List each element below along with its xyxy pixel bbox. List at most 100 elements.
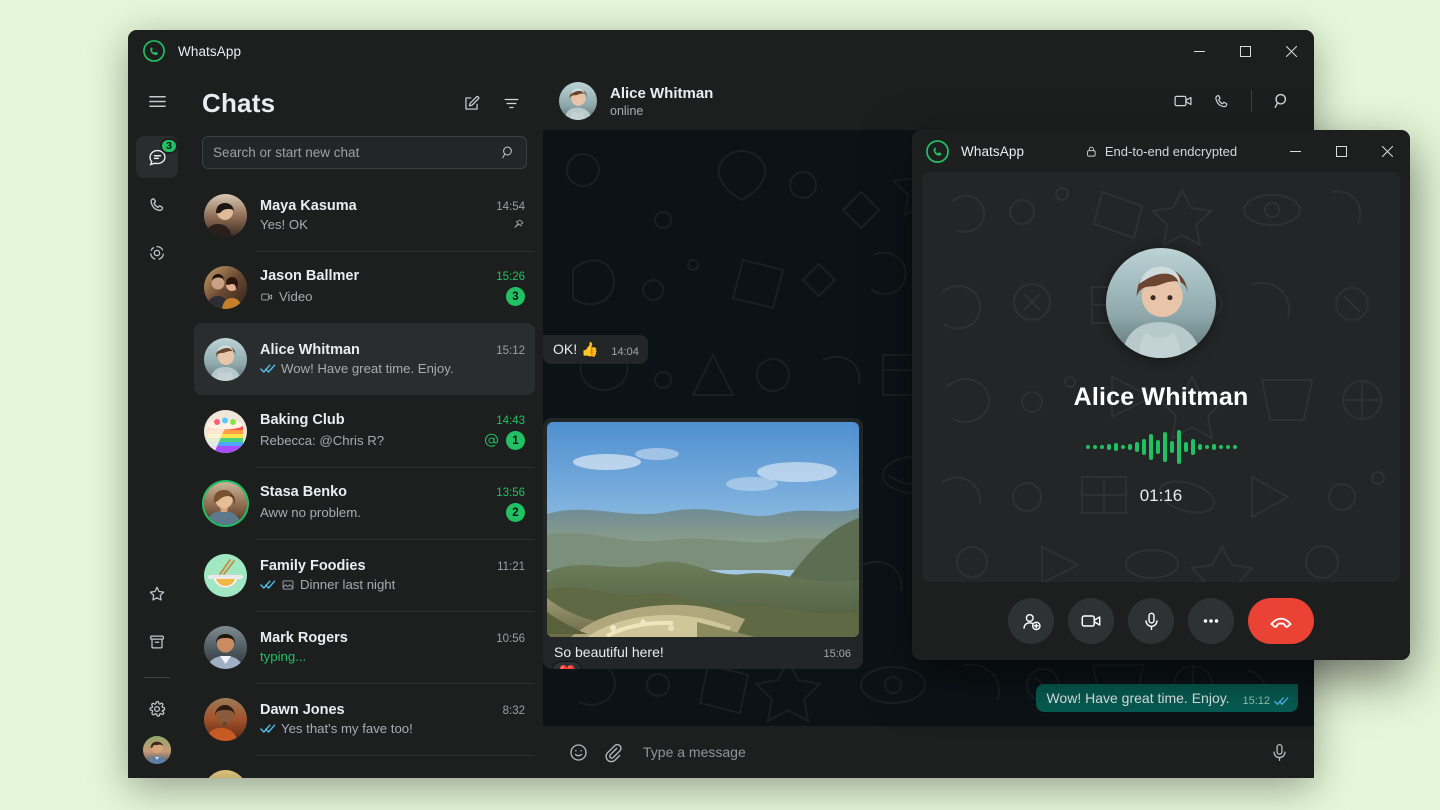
chat-item-preview: Yes! OK xyxy=(260,217,308,232)
call-contact-name: Alice Whitman xyxy=(1074,383,1249,412)
rail-item-settings[interactable] xyxy=(136,688,178,730)
avatar xyxy=(204,770,247,779)
rail-item-archived[interactable] xyxy=(136,621,178,663)
rail-item-calls[interactable] xyxy=(136,184,178,226)
chat-list-item-stasa-benko[interactable]: Stasa Benko 13:56 Aww no problem. 2 xyxy=(194,467,535,539)
chats-unread-badge: 3 xyxy=(160,138,178,154)
search-box[interactable] xyxy=(202,136,527,169)
more-options-button[interactable] xyxy=(1188,598,1234,644)
profile-avatar[interactable] xyxy=(143,736,171,764)
video-call-icon[interactable] xyxy=(1167,85,1199,117)
chat-item-time: 15:12 xyxy=(488,345,525,357)
call-controls xyxy=(912,582,1410,660)
navigation-rail: 3 xyxy=(128,72,186,778)
conversation-avatar[interactable] xyxy=(559,82,597,120)
rail-item-status[interactable] xyxy=(136,232,178,274)
conversation-header: Alice Whitman online xyxy=(543,72,1314,130)
photo-attachment[interactable] xyxy=(547,422,859,637)
call-stage: Alice Whitman 01:16 xyxy=(922,172,1400,582)
chat-item-content: Baking Club 14:43 Rebecca: @Chris R? xyxy=(260,412,525,450)
rail-item-chats[interactable]: 3 xyxy=(136,136,178,178)
call-minimize-button[interactable] xyxy=(1272,130,1318,172)
chat-item-time: 8:32 xyxy=(495,705,525,717)
call-app-title: WhatsApp xyxy=(961,144,1024,159)
minimize-button[interactable] xyxy=(1176,30,1222,72)
chat-list-item-mark-rogers[interactable]: Mark Rogers 10:56 typing... xyxy=(194,611,535,683)
filter-icon[interactable] xyxy=(495,87,527,119)
chat-list-item-maya-kasuma[interactable]: Maya Kasuma 14:54 Yes! OK xyxy=(194,179,535,251)
chat-item-content: Alice Whitman 15:12 xyxy=(260,342,525,376)
header-divider xyxy=(1251,90,1252,112)
chat-item-preview: Video xyxy=(279,289,313,304)
call-maximize-button[interactable] xyxy=(1318,130,1364,172)
voice-call-icon[interactable] xyxy=(1205,85,1237,117)
message-reaction[interactable]: ❤️ xyxy=(551,661,583,669)
chat-item-preview: Yes that's my fave too! xyxy=(281,721,413,736)
maximize-button[interactable] xyxy=(1222,30,1268,72)
end-call-button[interactable] xyxy=(1248,598,1314,644)
emoji-icon[interactable] xyxy=(561,735,595,769)
screenshot-root: WhatsApp xyxy=(0,0,1440,810)
chat-item-preview-wrap: Wow! Have great time. Enjoy. xyxy=(260,361,453,376)
new-chat-icon[interactable] xyxy=(455,87,487,119)
chat-item-content: Family Foodies 11:21 xyxy=(260,558,525,592)
rail-item-starred[interactable] xyxy=(136,573,178,615)
encryption-indicator: End-to-end endcrypted xyxy=(1085,144,1237,159)
chat-list[interactable]: Maya Kasuma 14:54 Yes! OK xyxy=(186,179,543,778)
avatar xyxy=(204,194,247,237)
video-icon xyxy=(260,290,274,304)
call-contact-avatar xyxy=(1106,248,1216,358)
chat-item-name: Dawn Jones xyxy=(260,702,345,718)
read-receipt-icon xyxy=(1274,696,1289,706)
call-close-button[interactable] xyxy=(1364,130,1410,172)
chat-item-content: Jason Ballmer 15:26 xyxy=(260,268,525,306)
conversation-contact-info[interactable]: Alice Whitman online xyxy=(610,85,713,118)
read-receipt-icon xyxy=(260,723,276,734)
close-button[interactable] xyxy=(1268,30,1314,72)
chat-item-preview-wrap: Video xyxy=(260,289,313,304)
window-controls xyxy=(1176,30,1314,72)
chat-item-time: 11:21 xyxy=(489,561,525,573)
message-bubble-outgoing-last[interactable]: Wow! Have great time. Enjoy. 15:12 xyxy=(1036,684,1298,712)
message-bubble-incoming-ok[interactable]: OK! 👍 14:04 xyxy=(543,335,648,364)
search-input[interactable] xyxy=(213,145,501,160)
chat-item-preview: Dinner last night xyxy=(300,577,395,592)
attachment-clip-icon[interactable] xyxy=(595,735,629,769)
chat-list-item-jason-ballmer[interactable]: Jason Ballmer 15:26 xyxy=(194,251,535,323)
message-meta: 15:12 xyxy=(1242,695,1289,707)
microphone-icon[interactable] xyxy=(1262,735,1296,769)
lock-icon xyxy=(1085,145,1098,158)
whatsapp-logo-icon xyxy=(925,139,949,163)
conversation-contact-name: Alice Whitman xyxy=(610,85,713,102)
add-participant-button[interactable] xyxy=(1008,598,1054,644)
read-receipt-icon xyxy=(260,363,276,374)
avatar xyxy=(204,410,247,453)
search-chat-icon[interactable] xyxy=(1266,85,1298,117)
toggle-video-button[interactable] xyxy=(1068,598,1114,644)
chat-list-item-ziggy-woodley[interactable]: Ziggy Woodley 8:12 xyxy=(194,755,535,778)
chat-item-content: Dawn Jones 8:32 xyxy=(260,702,525,736)
hamburger-menu-icon[interactable] xyxy=(136,80,178,122)
unread-badge: 2 xyxy=(506,503,525,522)
chat-item-preview-wrap: Dinner last night xyxy=(260,577,395,592)
chat-item-time: 15:26 xyxy=(488,271,525,283)
avatar xyxy=(204,698,247,741)
chat-item-content: Stasa Benko 13:56 Aww no problem. 2 xyxy=(260,484,525,522)
chat-list-item-dawn-jones[interactable]: Dawn Jones 8:32 xyxy=(194,683,535,755)
avatar xyxy=(204,482,247,525)
call-wallpaper xyxy=(922,172,1400,582)
whatsapp-logo-icon xyxy=(142,39,166,63)
message-bubble-photo[interactable]: So beautiful here! 15:06 ❤️ xyxy=(543,418,863,669)
chat-item-name: Mark Rogers xyxy=(260,630,348,646)
message-input[interactable] xyxy=(643,744,1248,760)
toggle-mute-button[interactable] xyxy=(1128,598,1174,644)
chat-item-preview: typing... xyxy=(260,649,306,664)
chat-list-item-alice-whitman[interactable]: Alice Whitman 15:12 xyxy=(194,323,535,395)
message-meta: 14:04 xyxy=(611,346,639,358)
photo-caption-row: So beautiful here! 15:06 xyxy=(547,637,859,669)
chat-list-item-family-foodies[interactable]: Family Foodies 11:21 xyxy=(194,539,535,611)
chat-list-item-baking-club[interactable]: Baking Club 14:43 Rebecca: @Chris R? xyxy=(194,395,535,467)
chat-item-name: Stasa Benko xyxy=(260,484,347,500)
main-title-bar: WhatsApp xyxy=(128,30,1314,72)
read-receipt-icon xyxy=(260,579,276,590)
